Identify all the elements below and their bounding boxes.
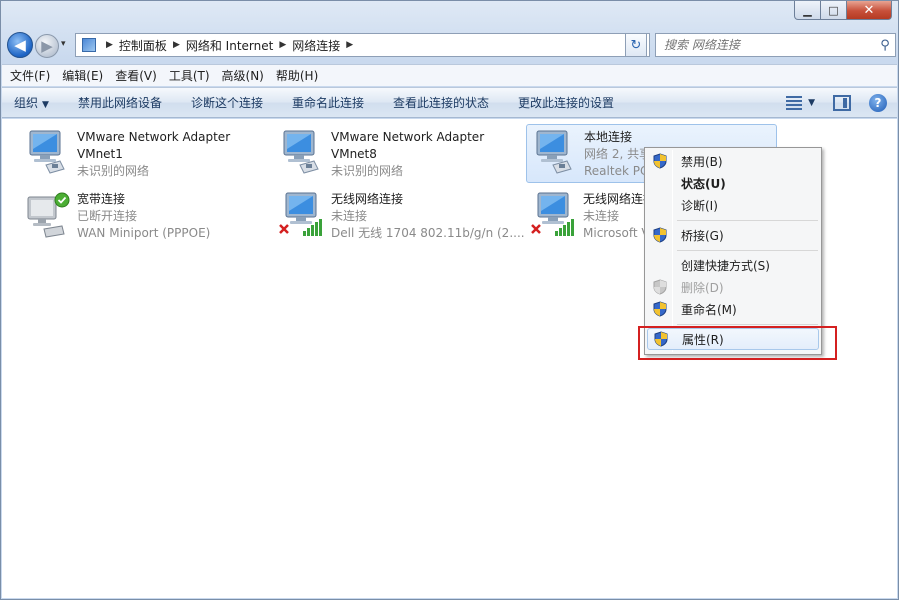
menu-item-disable[interactable]: 禁用(B)	[647, 150, 819, 172]
menu-item-label: 桥接(G)	[681, 228, 724, 243]
menu-item-diagnose[interactable]: 诊断(I)	[647, 194, 819, 216]
connection-wireless-1[interactable]: 无线网络连接 未连接 Dell 无线 1704 802.11b/g/n (2..…	[274, 187, 526, 243]
caption-buttons: ▁ □ ✕	[794, 1, 892, 21]
help-icon[interactable]: ?	[869, 94, 887, 112]
menu-help[interactable]: 帮助(H)	[276, 67, 318, 84]
breadcrumb-network-internet[interactable]: 网络和 Internet	[186, 37, 273, 54]
refresh-button[interactable]: ↻	[625, 33, 647, 57]
menu-item-label: 删除(D)	[681, 280, 724, 295]
connection-name: VMware Network Adapter	[77, 130, 231, 144]
organize-button[interactable]: 组织 ▼	[14, 94, 49, 111]
search-box[interactable]: ⚲	[655, 33, 896, 57]
explorer-window: ▁ □ ✕ ◀ ▶ ▾ ▶ 控制面板 ▶ 网络和 Internet ▶ 网络连接…	[0, 0, 899, 600]
connection-status: 已断开连接	[77, 209, 138, 223]
search-icon[interactable]: ⚲	[875, 38, 895, 53]
connection-device: Microsoft Virtual	[583, 226, 646, 240]
context-menu: 禁用(B) 状态(U) 诊断(I) 桥接(G) 创建快捷方式(S) 删除(D) …	[644, 147, 822, 355]
connection-details: 无线网络连接 未连接 Dell 无线 1704 802.11b/g/n (2..…	[331, 191, 525, 242]
shield-icon	[647, 227, 673, 243]
menu-separator	[677, 324, 818, 325]
menu-item-label: 状态(U)	[681, 176, 726, 191]
menu-edit[interactable]: 编辑(E)	[62, 67, 103, 84]
close-button[interactable]: ✕	[847, 1, 892, 20]
view-status-button[interactable]: 查看此连接的状态	[393, 94, 489, 111]
view-options-icon[interactable]	[784, 95, 804, 111]
connection-name: 宽带连接	[77, 192, 126, 206]
connection-status: 未识别的网络	[331, 164, 404, 178]
network-adapter-icon	[283, 130, 319, 174]
shield-icon	[647, 301, 673, 317]
wireless-adapter-icon	[279, 192, 322, 236]
breadcrumb-separator[interactable]: ▶	[106, 40, 113, 50]
connection-wireless-2[interactable]: 无线网络连接 未连接 Microsoft Virtual	[526, 187, 646, 243]
view-controls: ▼ ?	[784, 94, 887, 112]
address-bar[interactable]: ▶ 控制面板 ▶ 网络和 Internet ▶ 网络连接 ▶ ▾	[75, 33, 650, 57]
control-panel-icon	[82, 38, 96, 52]
recent-pages-dropdown[interactable]: ▾	[61, 39, 66, 49]
network-adapter-icon	[536, 130, 572, 174]
forward-button[interactable]: ▶	[35, 34, 59, 58]
wireless-adapter-icon	[531, 192, 574, 236]
connection-device: VMnet8	[331, 147, 377, 161]
menu-file[interactable]: 文件(F)	[10, 67, 50, 84]
change-settings-button[interactable]: 更改此连接的设置	[518, 94, 614, 111]
connection-broadband[interactable]: 宽带连接 已断开连接 WAN Miniport (PPPOE)	[20, 187, 272, 243]
connection-device: WAN Miniport (PPPOE)	[77, 226, 211, 240]
menu-item-label: 创建快捷方式(S)	[681, 258, 770, 273]
menu-bar: 文件(F) 编辑(E) 查看(V) 工具(T) 高级(N) 帮助(H)	[2, 64, 897, 86]
organize-label: 组织	[14, 96, 39, 110]
connection-name: 无线网络连接	[331, 192, 404, 206]
connection-name: 本地连接	[584, 130, 633, 144]
connection-vmnet8[interactable]: VMware Network Adapter VMnet8 未识别的网络	[274, 125, 526, 181]
rename-button[interactable]: 重命名此连接	[292, 94, 364, 111]
connection-details: 无线网络连接 未连接 Microsoft Virtual	[583, 191, 646, 242]
broadband-connection-icon	[27, 192, 70, 238]
menu-item-label: 诊断(I)	[681, 198, 718, 213]
connection-name: VMware Network Adapter	[331, 130, 485, 144]
breadcrumb-control-panel[interactable]: 控制面板	[119, 37, 167, 54]
menu-separator	[677, 220, 818, 221]
menu-item-rename[interactable]: 重命名(M)	[647, 298, 819, 320]
menu-item-status[interactable]: 状态(U)	[647, 172, 819, 194]
chevron-down-icon: ▼	[42, 100, 49, 110]
view-dropdown-button[interactable]: ▼	[808, 98, 815, 108]
menu-tools[interactable]: 工具(T)	[169, 67, 210, 84]
breadcrumb-network-connections[interactable]: 网络连接	[292, 37, 340, 54]
connection-vmnet1[interactable]: VMware Network Adapter VMnet1 未识别的网络	[20, 125, 272, 181]
shield-icon	[647, 279, 673, 295]
breadcrumb-separator[interactable]: ▶	[173, 40, 180, 50]
menu-item-label: 禁用(B)	[681, 154, 723, 169]
connection-details: 宽带连接 已断开连接 WAN Miniport (PPPOE)	[77, 191, 210, 242]
diagnose-button[interactable]: 诊断这个连接	[191, 94, 263, 111]
navigation-bar: ◀ ▶ ▾ ▶ 控制面板 ▶ 网络和 Internet ▶ 网络连接 ▶ ▾ ↻…	[5, 31, 896, 59]
menu-separator	[677, 250, 818, 251]
breadcrumb-separator[interactable]: ▶	[346, 40, 353, 50]
minimize-button[interactable]: ▁	[794, 1, 821, 20]
shield-icon	[647, 153, 673, 169]
menu-item-label: 重命名(M)	[681, 302, 737, 317]
disable-device-button[interactable]: 禁用此网络设备	[78, 94, 162, 111]
menu-item-delete: 删除(D)	[647, 276, 819, 298]
menu-item-bridge[interactable]: 桥接(G)	[647, 224, 819, 246]
search-input[interactable]	[662, 35, 875, 55]
connection-device: Dell 无线 1704 802.11b/g/n (2....	[331, 226, 525, 240]
menu-item-create-shortcut[interactable]: 创建快捷方式(S)	[647, 254, 819, 276]
connection-details: VMware Network Adapter VMnet8 未识别的网络	[331, 129, 484, 180]
menu-advanced[interactable]: 高级(N)	[222, 67, 264, 84]
connection-status: 未连接	[331, 209, 368, 223]
connection-details: VMware Network Adapter VMnet1 未识别的网络	[77, 129, 230, 180]
preview-pane-icon[interactable]	[833, 95, 851, 111]
breadcrumb-separator[interactable]: ▶	[279, 40, 286, 50]
command-bar: 组织 ▼ 禁用此网络设备 诊断这个连接 重命名此连接 查看此连接的状态 更改此连接…	[2, 87, 897, 118]
back-button[interactable]: ◀	[7, 32, 33, 58]
connection-name: 无线网络连接	[583, 192, 646, 206]
connection-device: VMnet1	[77, 147, 123, 161]
network-adapter-icon	[29, 130, 65, 174]
annotation-highlight-box	[638, 326, 837, 360]
menu-view[interactable]: 查看(V)	[115, 67, 157, 84]
maximize-button[interactable]: □	[821, 1, 847, 20]
connection-status: 未连接	[583, 209, 620, 223]
connection-status: 未识别的网络	[77, 164, 150, 178]
